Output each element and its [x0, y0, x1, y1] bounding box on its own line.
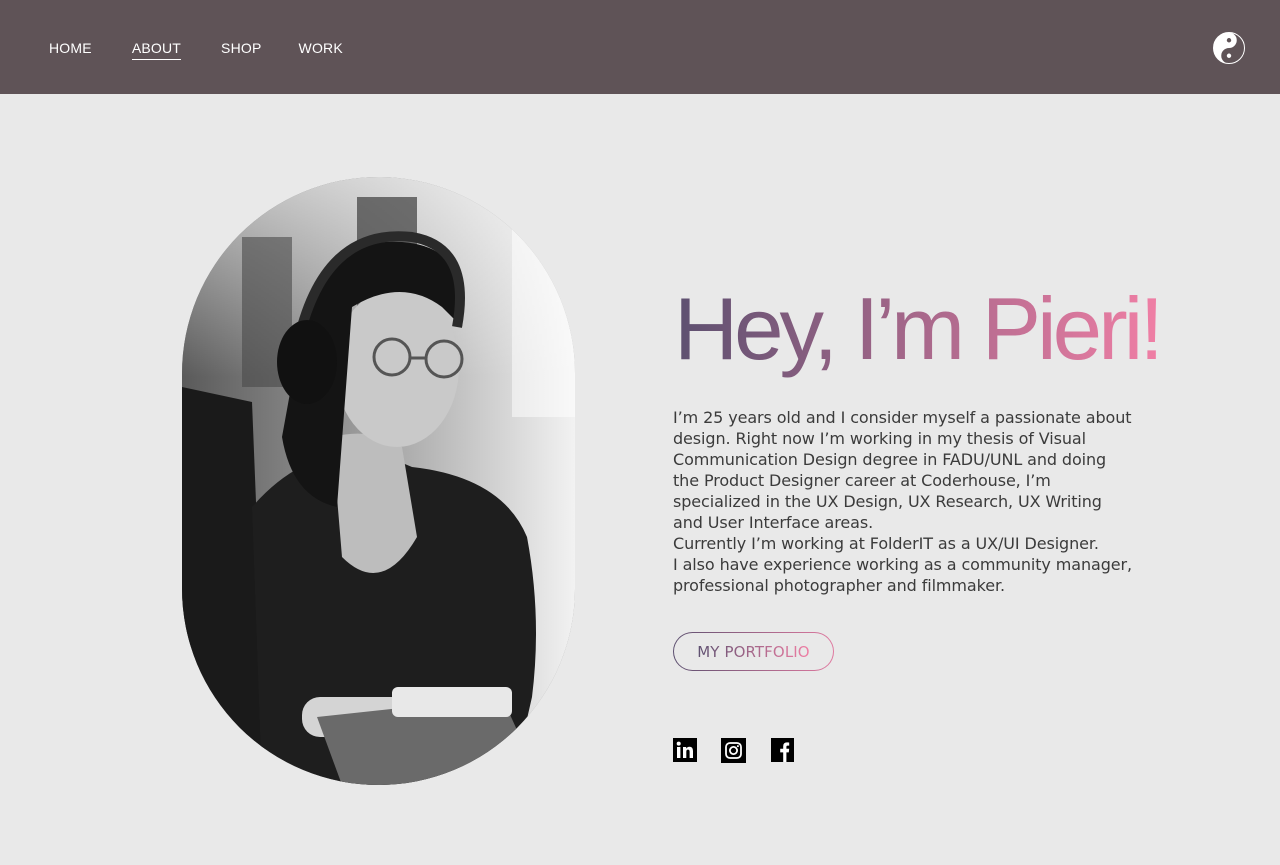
- nav-item-work[interactable]: WORK: [299, 40, 343, 60]
- hero-headline: Hey, I’m Pieri!: [674, 279, 1164, 378]
- profile-photo-illustration: [182, 177, 575, 785]
- nav-item-home[interactable]: HOME: [49, 40, 92, 60]
- hero-headline-text: Hey, I’m Pieri!: [674, 279, 1160, 378]
- yin-yang-icon[interactable]: [1213, 32, 1245, 64]
- bio-text: I’m 25 years old and I consider myself a…: [673, 407, 1133, 596]
- facebook-icon[interactable]: [771, 738, 794, 762]
- bio-paragraph-1: I’m 25 years old and I consider myself a…: [673, 408, 1132, 532]
- nav-item-shop[interactable]: SHOP: [221, 40, 261, 60]
- my-portfolio-button-label: MY PORTFOLIO: [697, 642, 810, 661]
- bio-paragraph-2: Currently I’m working at FolderIT as a U…: [673, 534, 1099, 553]
- instagram-icon[interactable]: [721, 738, 746, 763]
- my-portfolio-button[interactable]: MY PORTFOLIO: [673, 632, 834, 671]
- main-nav: HOME ABOUT SHOP WORK: [49, 40, 383, 60]
- top-navigation-bar: HOME ABOUT SHOP WORK: [0, 0, 1280, 94]
- bio-paragraph-3: I also have experience working as a comm…: [673, 555, 1132, 595]
- linkedin-icon[interactable]: [673, 738, 697, 762]
- profile-photo: [182, 177, 575, 785]
- nav-item-about[interactable]: ABOUT: [131, 40, 182, 60]
